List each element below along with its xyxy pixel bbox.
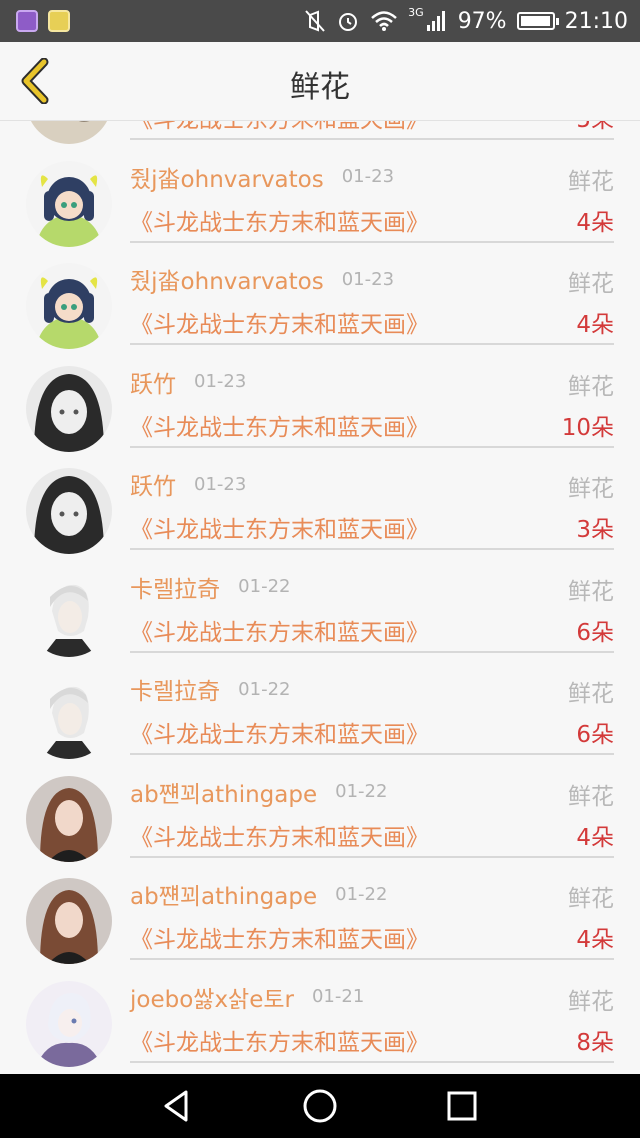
flower-count: 4朵 (576, 824, 614, 851)
status-bar: 3G 97% 21:10 (0, 0, 640, 42)
header: 鲜花 (0, 42, 640, 121)
mute-icon (304, 9, 326, 33)
brown-hair-avatar[interactable] (26, 878, 112, 964)
list-item[interactable]: 卡렐拉奇 01-22 鲜花《斗龙战士东方末和蓝天画》 6朵 (0, 652, 640, 759)
book-title[interactable]: 《斗龙战士东方末和蓝天画》 (130, 1023, 429, 1057)
date: 01-23 (194, 473, 247, 495)
white-hair-avatar[interactable] (26, 570, 112, 657)
date: 01-23 (194, 371, 247, 392)
flower-count: 4朵 (576, 209, 614, 236)
list-item[interactable]: 줬j畓ohnvarvatos 01-23 鲜花《斗龙战士东方末和蓝天画》 4朵 (0, 242, 640, 349)
signal-icon (426, 10, 448, 32)
date: 01-22 (238, 576, 291, 597)
flower-count: 5朵 (576, 121, 614, 134)
gift-type: 鲜花 (568, 988, 614, 1015)
chat-app-icon (48, 10, 70, 32)
flower-count: 6朵 (576, 722, 614, 748)
date: 01-22 (335, 781, 388, 802)
white-hair-avatar[interactable] (26, 673, 112, 759)
gift-type: 鲜花 (568, 886, 614, 912)
battery-percent: 97% (457, 8, 507, 34)
user-name[interactable]: ab쨴꾀athingape (130, 775, 317, 809)
book-title[interactable]: 《斗龙战士东方末和蓝天画》 (130, 408, 429, 442)
battery-icon (516, 12, 559, 30)
wifi-icon (370, 10, 398, 32)
gift-type: 鲜花 (568, 783, 614, 810)
dark-hair-avatar[interactable] (26, 468, 112, 554)
flower-list: 《斗龙战士东方末和蓝天画》5朵줬j畓ohnvarvatos01-23鲜花《斗龙战… (0, 121, 640, 1074)
date: 01-22 (335, 883, 388, 905)
user-name[interactable]: 줬j畓ohnvarvatos (130, 262, 324, 296)
flower-count: 4朵 (576, 312, 614, 338)
alarm-icon (336, 9, 360, 33)
flower-count: 6朵 (576, 619, 614, 646)
book-title[interactable]: 《斗龙战士东方末和蓝天画》 (130, 203, 429, 237)
list-item[interactable]: 卡렐拉奇 01-22 鲜花《斗龙战士东方末和蓝天画》 6朵 (0, 550, 640, 657)
triangle-back-icon[interactable] (158, 1086, 198, 1126)
circle-home-icon[interactable] (300, 1086, 340, 1126)
navigation-bar (0, 1074, 640, 1138)
book-title[interactable]: 《斗龙战士东方末和蓝天画》 (130, 920, 429, 954)
green-girl-avatar[interactable] (26, 160, 112, 247)
flower-count: 3朵 (576, 517, 614, 543)
dark-hair-avatar[interactable] (26, 365, 112, 452)
user-name[interactable]: ab쨴꾀athingape (130, 877, 317, 911)
gift-type: 鲜花 (568, 681, 614, 707)
list-item[interactable]: 跃竹 01-23 鲜花《斗龙战士东方末和蓝天画》 10朵 (0, 345, 640, 452)
user-name[interactable]: joebo쌇x삵e토r (130, 980, 294, 1014)
book-title[interactable]: 《斗龙战士东方末和蓝天画》 (130, 715, 429, 749)
flower-count: 4朵 (576, 927, 614, 953)
book-title[interactable]: 《斗龙战士东方末和蓝天画》 (130, 510, 429, 544)
clock: 21:10 (564, 8, 628, 34)
date: 01-23 (341, 166, 395, 187)
gallery-app-icon (16, 10, 38, 32)
gift-type: 鲜花 (568, 271, 614, 297)
user-name[interactable]: 跃竹 (130, 467, 176, 501)
user-name[interactable]: 跃竹 (130, 365, 176, 399)
divider (130, 1060, 614, 1063)
flower-count: 8朵 (576, 1029, 614, 1056)
gift-type: 鲜花 (568, 373, 614, 400)
user-name[interactable]: 卡렐拉奇 (130, 672, 220, 706)
network-type: 3G (408, 5, 424, 19)
purple-hair-avatar[interactable] (26, 980, 112, 1067)
square-recents-icon[interactable] (442, 1086, 482, 1126)
book-title[interactable]: 《斗龙战士东方末和蓝天画》 (130, 818, 429, 852)
book-title[interactable]: 《斗龙战士东方末和蓝天画》 (130, 121, 429, 134)
book-title[interactable]: 《斗龙战士东方末和蓝天画》 (130, 613, 429, 647)
date: 01-22 (238, 678, 291, 700)
gift-type: 鲜花 (568, 168, 614, 195)
user-name[interactable]: 卡렐拉奇 (130, 570, 220, 604)
flower-count: 10朵 (561, 414, 614, 441)
list-item[interactable]: ab쨴꾀athingape 01-22 鲜花《斗龙战士东方末和蓝天画》 4朵 (0, 857, 640, 964)
date: 01-23 (341, 268, 395, 290)
user-name[interactable]: 줬j畓ohnvarvatos (130, 160, 324, 194)
list-item[interactable]: joebo쌇x삵e토r 01-21 鲜花《斗龙战士东方末和蓝天画》 8朵 (0, 960, 640, 1067)
page-title: 鲜花 (290, 70, 350, 105)
gift-type: 鲜花 (568, 476, 614, 502)
list-item[interactable]: 줬j畓ohnvarvatos 01-23 鲜花《斗龙战士东方末和蓝天画》 4朵 (0, 140, 640, 247)
list-item[interactable]: 跃竹 01-23 鲜花《斗龙战士东方末和蓝天画》 3朵 (0, 447, 640, 554)
list-item[interactable]: 《斗龙战士东方末和蓝天画》 5朵 (0, 121, 640, 144)
list-item[interactable]: ab쨴꾀athingape 01-22 鲜花《斗龙战士东方末和蓝天画》 4朵 (0, 755, 640, 862)
date: 01-21 (311, 986, 365, 1007)
gift-type: 鲜花 (568, 578, 614, 605)
green-girl-avatar[interactable] (26, 263, 112, 349)
book-title[interactable]: 《斗龙战士东方末和蓝天画》 (130, 305, 429, 339)
brown-hair-avatar[interactable] (26, 775, 112, 862)
